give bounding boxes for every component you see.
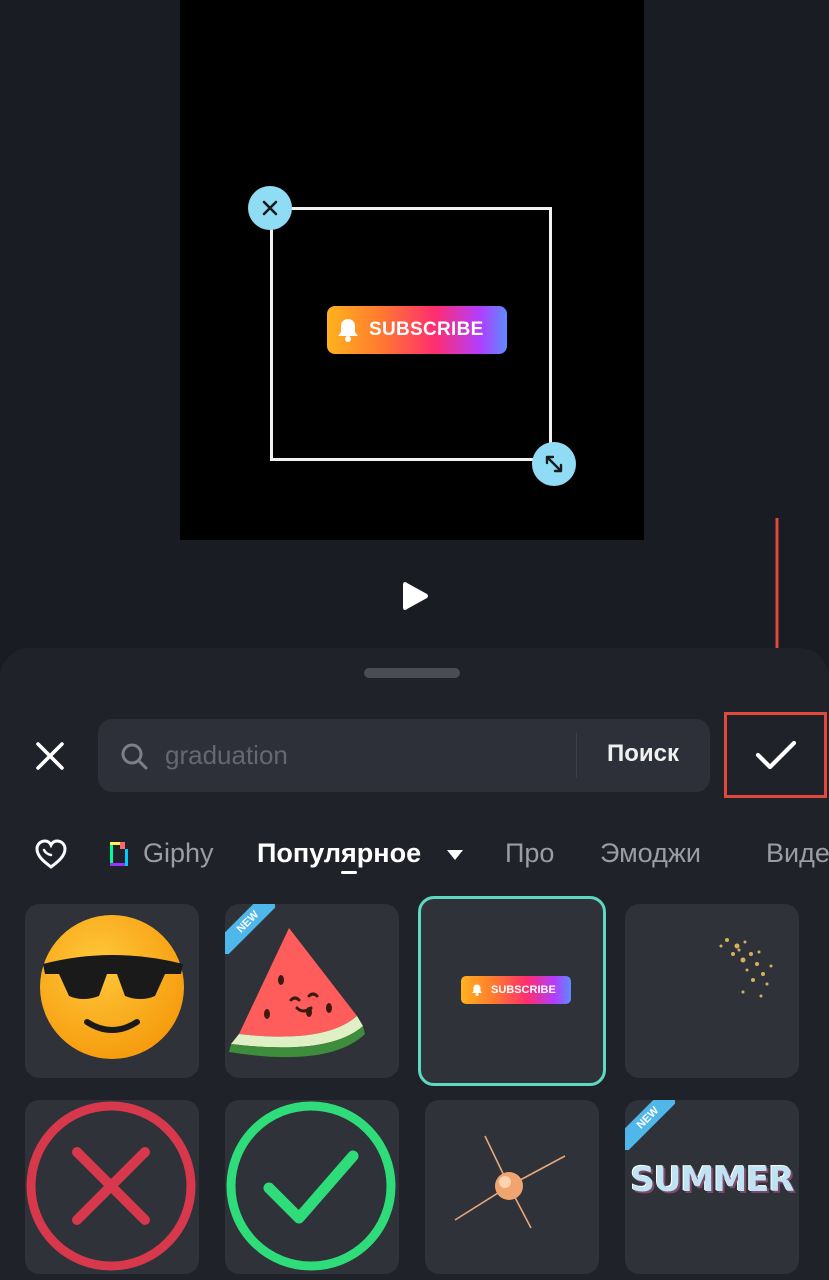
subscribe-button-preview: SUBSCRIBE bbox=[461, 976, 571, 1004]
confirm-button[interactable] bbox=[724, 712, 827, 798]
checkmark-icon bbox=[755, 740, 796, 770]
remove-sticker-handle[interactable] bbox=[248, 186, 292, 230]
new-badge: NEW bbox=[625, 1100, 675, 1150]
tab-emoji[interactable]: Эмоджи bbox=[600, 838, 701, 869]
search-divider bbox=[576, 733, 577, 778]
favorites-heart-icon[interactable] bbox=[34, 838, 68, 870]
sticker-tile[interactable] bbox=[25, 904, 199, 1078]
resize-sticker-handle[interactable] bbox=[532, 442, 576, 486]
sticker-tile[interactable]: NEW bbox=[225, 904, 399, 1078]
search-icon bbox=[121, 743, 148, 770]
sticker-tile[interactable] bbox=[425, 1100, 599, 1274]
sticker-tile[interactable] bbox=[25, 1100, 199, 1274]
play-button[interactable] bbox=[395, 576, 435, 616]
search-bar[interactable]: graduation Поиск bbox=[98, 719, 710, 792]
bell-icon bbox=[472, 984, 482, 996]
subscribe-sticker-label: SUBSCRIBE bbox=[369, 319, 484, 340]
close-panel-button[interactable] bbox=[30, 736, 70, 776]
tab-popular-indicator bbox=[341, 871, 357, 874]
green-check-icon bbox=[226, 1101, 396, 1271]
chevron-down-icon[interactable] bbox=[445, 848, 465, 862]
search-input[interactable]: graduation bbox=[165, 740, 288, 771]
bell-icon bbox=[327, 317, 369, 343]
sticker-tile[interactable] bbox=[625, 904, 799, 1078]
tab-popular[interactable]: Популярное bbox=[257, 838, 421, 869]
sparkle-burst-icon bbox=[454, 1135, 566, 1229]
play-icon bbox=[403, 582, 428, 610]
tab-video[interactable]: Виде bbox=[766, 838, 829, 869]
gold-sparkles-icon bbox=[719, 938, 773, 998]
sticker-tile[interactable]: SUMMER NEW bbox=[625, 1100, 799, 1274]
tab-giphy[interactable]: Giphy bbox=[143, 838, 214, 869]
resize-icon bbox=[545, 455, 563, 473]
sunglasses-emoji-icon bbox=[40, 915, 184, 1059]
subscribe-preview-label: SUBSCRIBE bbox=[491, 984, 556, 996]
summer-sticker-text: SUMMER bbox=[630, 1160, 794, 1200]
tab-pro[interactable]: Про bbox=[505, 838, 554, 869]
red-cross-icon bbox=[26, 1101, 196, 1271]
close-icon bbox=[36, 742, 64, 770]
sticker-tile[interactable] bbox=[225, 1100, 399, 1274]
close-icon bbox=[262, 200, 278, 216]
sticker-tile-selected[interactable]: SUBSCRIBE bbox=[418, 896, 606, 1086]
subscribe-sticker[interactable]: SUBSCRIBE bbox=[327, 306, 507, 354]
giphy-icon bbox=[110, 842, 128, 866]
search-button[interactable]: Поиск bbox=[607, 740, 679, 768]
new-badge: NEW bbox=[225, 904, 275, 954]
sheet-grabber[interactable] bbox=[364, 668, 460, 678]
